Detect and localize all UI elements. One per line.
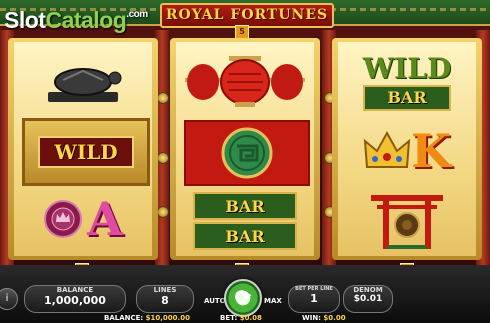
- bar-label: BAR: [363, 84, 451, 111]
- status-win: WIN: $0.00: [302, 314, 346, 322]
- lines-selector[interactable]: LINES 8: [136, 285, 194, 313]
- stud-icon: [157, 92, 169, 104]
- reel-left: WILD A: [8, 38, 158, 260]
- balance-value: 1,000,000: [44, 294, 106, 307]
- lines-value: 8: [161, 294, 169, 307]
- balance-label: BALANCE: [56, 286, 94, 294]
- spin-button[interactable]: [224, 279, 262, 317]
- letter-k: K: [411, 124, 451, 178]
- logo-slot: Slot: [4, 7, 46, 33]
- wild-bar-symbol: WILD BAR: [346, 50, 468, 112]
- status-bet-label: BET:: [220, 314, 238, 322]
- denom-value: $0.01: [353, 294, 383, 304]
- torii-gate-gong-symbol: [346, 190, 468, 252]
- bar-label: BAR: [193, 192, 297, 220]
- crown-seal-a-symbol: A: [22, 188, 144, 250]
- bet-per-line-selector[interactable]: BET PER LINE 1: [288, 285, 340, 313]
- status-balance-value: $10,000.00: [145, 314, 190, 322]
- balance-display: BALANCE 1,000,000: [24, 285, 126, 313]
- wild-symbol: WILD: [22, 118, 150, 186]
- letter-a: A: [87, 192, 123, 246]
- reel-badge-top-center: 5: [235, 25, 249, 39]
- wild-label: WILD: [54, 140, 118, 164]
- bar-label: BAR: [193, 222, 297, 250]
- crown-k-symbol: K: [346, 120, 468, 182]
- game-stage: ROYAL FORTUNES SlotCatalog.com 5 WILD A …: [0, 0, 490, 323]
- max-bet-button[interactable]: MAX: [264, 297, 282, 305]
- status-balance: BALANCE: $10,000.00: [104, 314, 190, 322]
- stud-icon: [157, 206, 169, 218]
- jade-coin-icon: [221, 127, 273, 179]
- lines-label: LINES: [153, 286, 177, 294]
- denom-selector[interactable]: DENOM $0.01: [343, 285, 393, 313]
- status-bet-value: $0.08: [239, 314, 262, 322]
- crown-seal-icon: [44, 200, 83, 238]
- wild-label: WILD: [362, 51, 452, 85]
- logo-catalog: Catalog: [45, 7, 127, 33]
- double-bar-symbol: BAR BAR: [184, 190, 306, 252]
- denom-label: DENOM: [353, 286, 383, 294]
- logo-dotcom: .com: [126, 9, 148, 20]
- torii-gate-icon: [371, 195, 443, 249]
- reel-center: BAR BAR: [170, 38, 320, 260]
- reel-right: WILD BAR K: [332, 38, 482, 260]
- auto-button[interactable]: AUTO: [204, 297, 226, 305]
- slotcatalog-logo: SlotCatalog.com: [4, 7, 148, 34]
- red-lanterns-icon: [184, 50, 306, 112]
- stud-icon: [157, 152, 169, 164]
- status-balance-label: BALANCE:: [104, 314, 144, 322]
- status-win-value: $0.00: [323, 314, 346, 322]
- crown-icon: [363, 130, 411, 168]
- jade-coin-symbol: [184, 120, 310, 186]
- bet-per-line-value: 1: [310, 292, 318, 305]
- status-win-label: WIN:: [302, 314, 321, 322]
- status-bet: BET: $0.08: [220, 314, 262, 322]
- turtle-statue-icon: [22, 50, 144, 112]
